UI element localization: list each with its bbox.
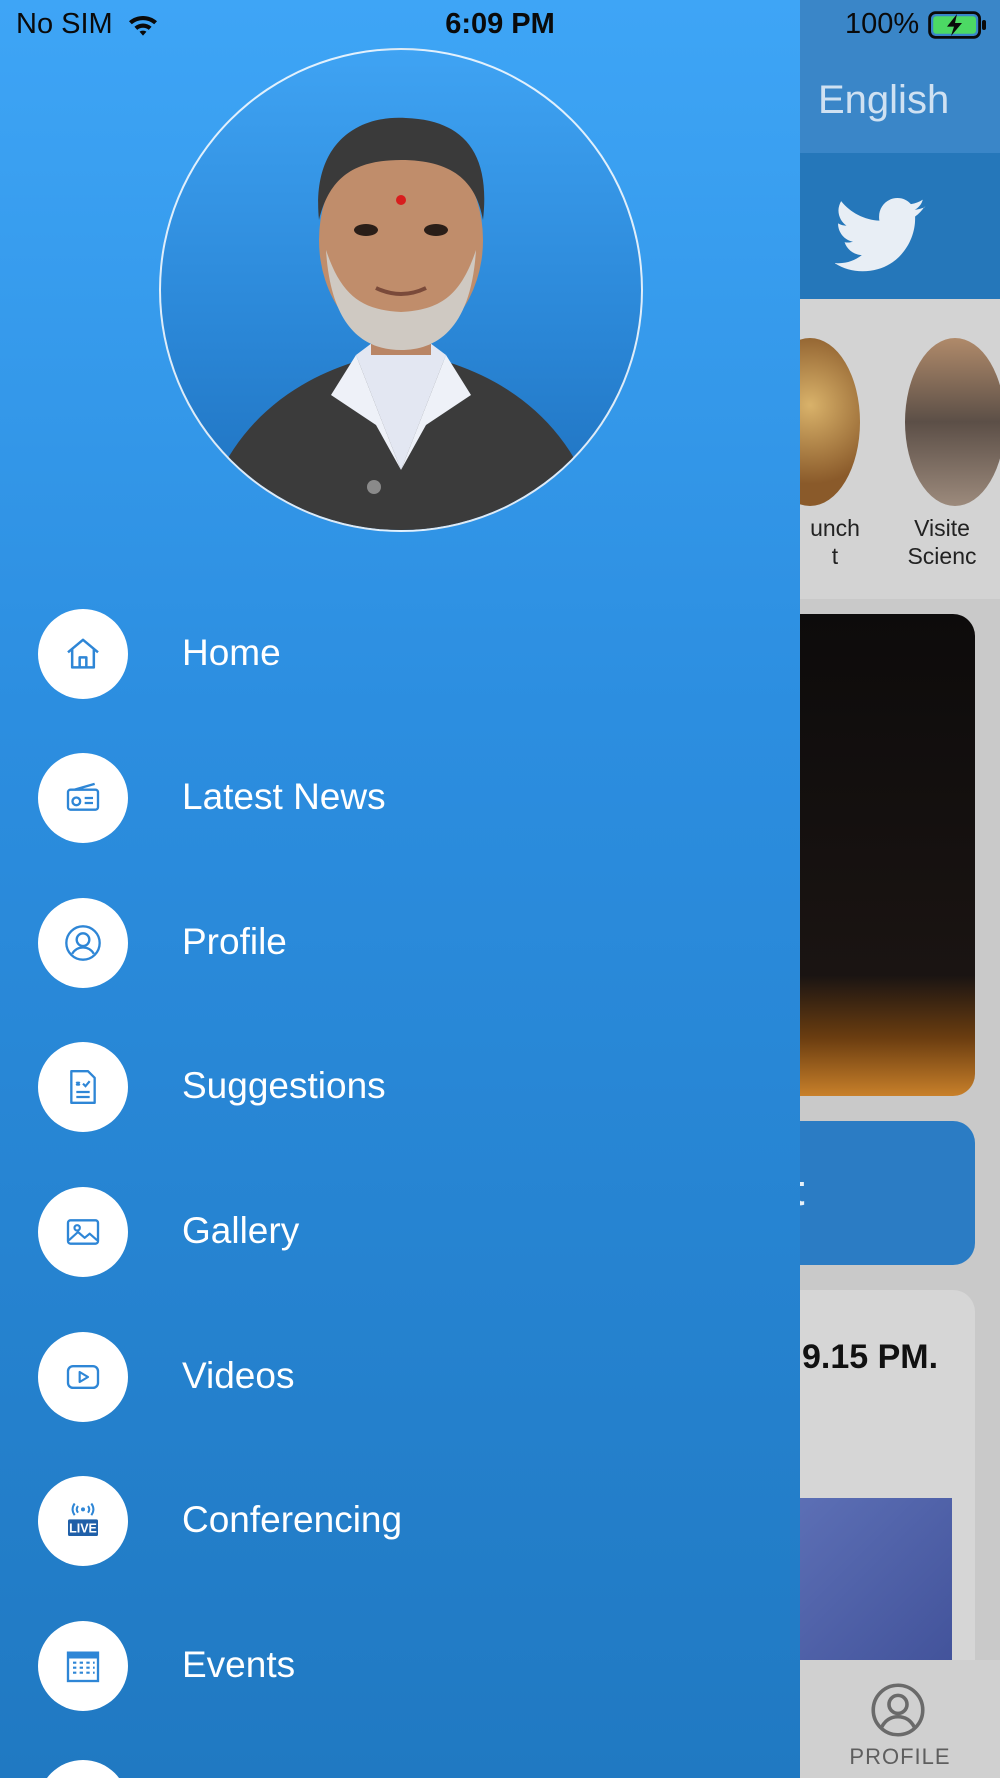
image-icon — [66, 1219, 100, 1245]
radio-icon — [66, 782, 100, 811]
menu-icon-circle — [38, 1760, 128, 1778]
profile-avatar[interactable] — [159, 48, 643, 532]
menu-label-latest-news: Latest News — [182, 776, 386, 817]
menu-label-conferencing: Conferencing — [182, 1499, 403, 1540]
menu-label-profile: Profile — [182, 921, 287, 962]
battery-charging-icon — [928, 11, 986, 39]
menu-item-conferencing[interactable]: LIVE Conferencing — [0, 1471, 800, 1571]
menu-item-suggestions[interactable]: Suggestions — [0, 1037, 800, 1137]
story-caption: Visite Scienc — [907, 515, 977, 569]
checklist-document-icon — [70, 1070, 96, 1104]
menu-item-gallery[interactable]: Gallery — [0, 1182, 800, 1282]
menu-label-videos: Videos — [182, 1355, 295, 1396]
story-thumbnail[interactable] — [905, 338, 1000, 506]
menu-item-partial[interactable] — [0, 1755, 800, 1778]
news-time: 9.15 PM. — [802, 1338, 939, 1376]
navigation-drawer: Home Latest News Profile Suggestions Gal… — [0, 0, 800, 1778]
home-icon — [67, 638, 99, 669]
svg-text:LIVE: LIVE — [69, 1522, 97, 1536]
twitter-icon[interactable] — [835, 196, 927, 276]
status-bar: No SIM 6:09 PM 100% — [0, 0, 1000, 50]
menu-label-gallery: Gallery — [182, 1210, 300, 1251]
menu-icon-circle — [38, 1187, 128, 1277]
menu-item-events[interactable]: Events — [0, 1616, 800, 1716]
menu-label-suggestions: Suggestions — [182, 1065, 386, 1106]
language-toggle-button[interactable]: English — [818, 78, 949, 123]
live-broadcast-icon: LIVE — [68, 1502, 98, 1536]
menu-icon-circle: LIVE — [38, 1476, 128, 1566]
story-caption: unch t — [810, 515, 860, 569]
play-video-icon — [66, 1365, 100, 1389]
menu-item-videos[interactable]: Videos — [0, 1327, 800, 1427]
menu-icon-circle — [38, 609, 128, 699]
menu-label-events: Events — [182, 1644, 296, 1685]
menu-item-profile[interactable]: Profile — [0, 893, 800, 993]
person-portrait — [201, 117, 601, 530]
battery-percent: 100% — [845, 8, 920, 40]
menu-icon-circle — [38, 753, 128, 843]
menu-item-home[interactable]: Home — [0, 604, 800, 704]
tab-profile-label[interactable]: PROFILE — [820, 1744, 980, 1770]
calendar-icon — [66, 1651, 100, 1683]
user-circle-icon — [65, 925, 101, 961]
user-circle-icon[interactable] — [871, 1683, 925, 1737]
menu-item-latest-news[interactable]: Latest News — [0, 748, 800, 848]
menu-icon-circle — [38, 898, 128, 988]
menu-icon-circle — [38, 1332, 128, 1422]
menu-icon-circle — [38, 1042, 128, 1132]
menu-label-home: Home — [182, 632, 281, 673]
menu-icon-circle — [38, 1621, 128, 1711]
